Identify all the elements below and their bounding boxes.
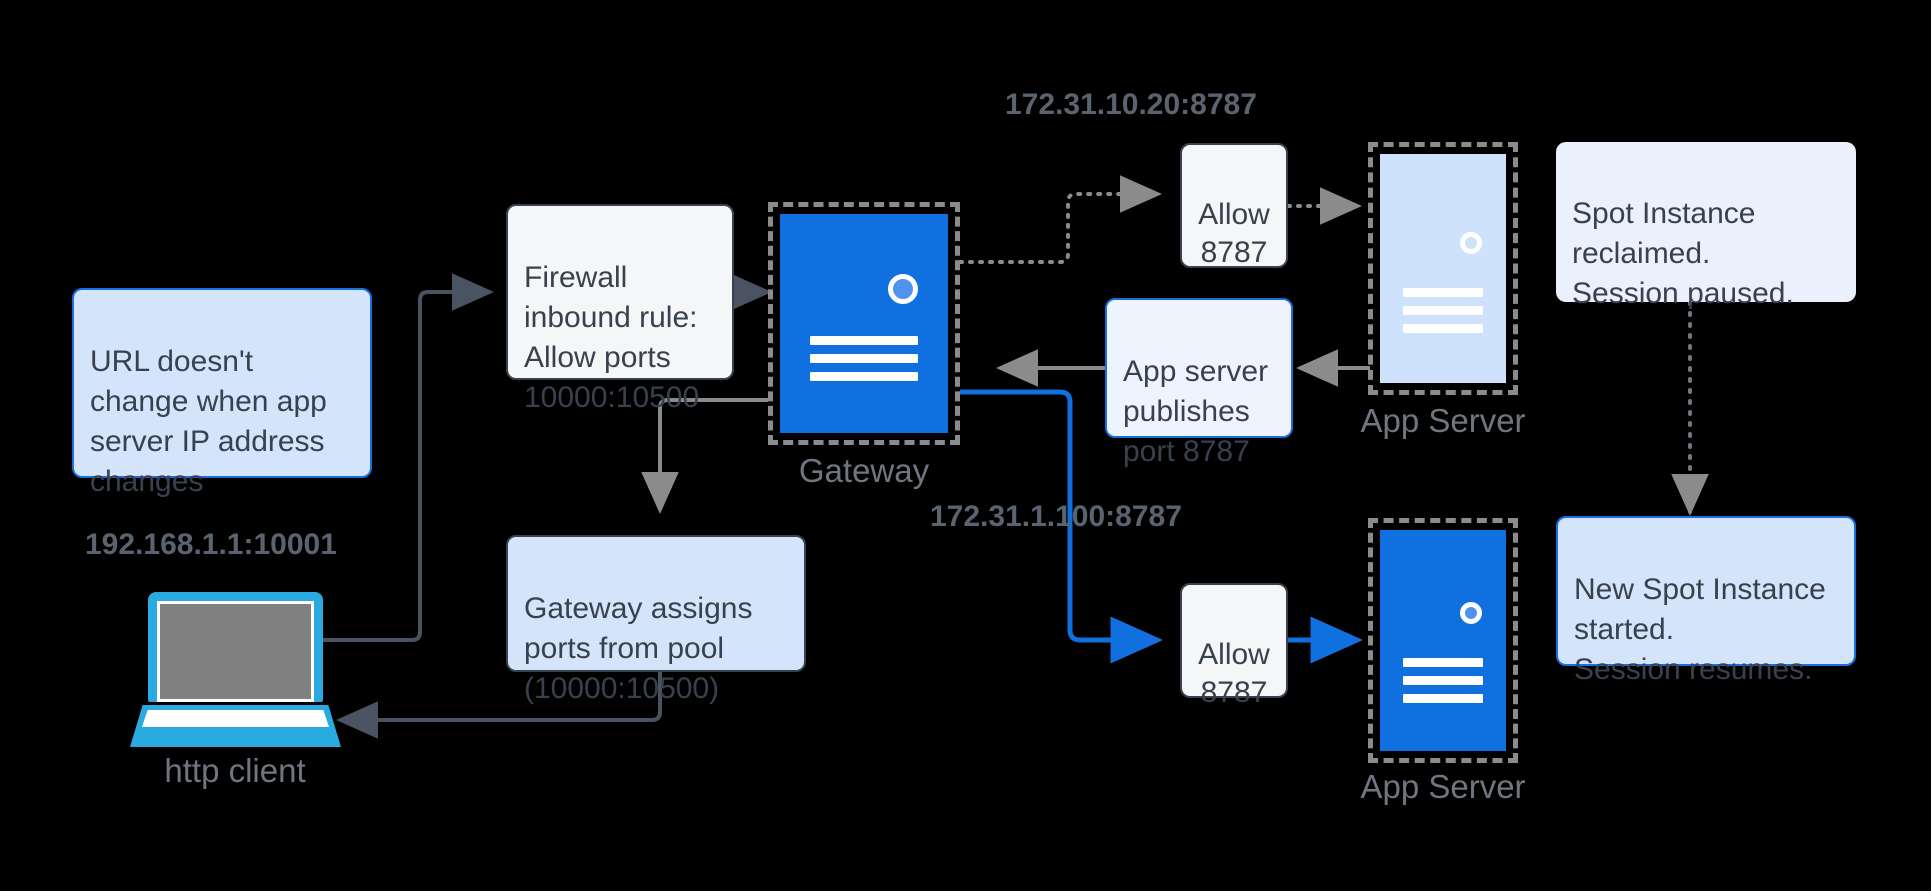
- laptop-keyboard: [142, 710, 329, 727]
- node-http-client: [130, 592, 341, 752]
- appserver-bottom-chassis: [1380, 530, 1506, 751]
- label-appserver-bottom-endpoint: 172.31.1.100:8787: [930, 500, 1182, 533]
- gateway-rack-bars: [810, 336, 918, 390]
- gateway-chassis: [780, 214, 948, 433]
- gateway-label: Gateway: [798, 452, 930, 489]
- appserver-top-power-icon: [1460, 232, 1482, 254]
- note-spot-reclaimed-text: Spot Instance reclaimed. Session paused.: [1572, 197, 1794, 310]
- note-firewall-rule-text: Firewall inbound rule: Allow ports 10000…: [524, 261, 700, 414]
- note-app-publishes-text: App server publishes port 8787: [1123, 355, 1269, 468]
- node-appserver-bottom: [1368, 518, 1518, 763]
- diagram-canvas: URL doesn't change when app server IP ad…: [0, 0, 1931, 891]
- wire-gateway-to-allow-top: [958, 175, 1162, 264]
- appserver-bottom-label: App Server: [1360, 768, 1526, 805]
- allow-port-box-bottom: Allow 8787: [1180, 583, 1288, 709]
- note-spot-reclaimed: Spot Instance reclaimed. Session paused.: [1556, 142, 1856, 310]
- note-spot-started-text: New Spot Instance started. Session resum…: [1574, 573, 1826, 686]
- note-spot-started: New Spot Instance started. Session resum…: [1556, 516, 1856, 686]
- appserver-top-label: App Server: [1360, 402, 1526, 439]
- laptop-screen: [157, 601, 314, 702]
- laptop-lid: [148, 592, 323, 702]
- appserver-bottom-rack-bars: [1402, 658, 1484, 712]
- note-app-publishes: App server publishes port 8787: [1105, 298, 1293, 468]
- note-firewall-rule: Firewall inbound rule: Allow ports 10000…: [506, 204, 734, 414]
- http-client-label: http client: [164, 752, 306, 789]
- allow-port-box-bottom-text: Allow 8787: [1198, 638, 1270, 709]
- node-appserver-top: [1368, 142, 1518, 395]
- appserver-bottom-power-icon: [1460, 602, 1482, 624]
- gateway-power-icon: [888, 274, 918, 304]
- allow-port-box-top: Allow 8787: [1180, 143, 1288, 269]
- node-gateway: [768, 202, 960, 445]
- laptop-base: [130, 705, 341, 747]
- note-gateway-pool: Gateway assigns ports from pool (10000:1…: [506, 535, 806, 705]
- label-client-endpoint: 192.168.1.1:10001: [85, 528, 337, 561]
- appserver-top-rack-bars: [1402, 288, 1484, 342]
- allow-port-box-top-text: Allow 8787: [1198, 198, 1270, 269]
- note-gateway-pool-text: Gateway assigns ports from pool (10000:1…: [524, 592, 753, 705]
- label-appserver-top-endpoint: 172.31.10.20:8787: [1005, 88, 1257, 121]
- note-url-stability-text: URL doesn't change when app server IP ad…: [90, 345, 327, 498]
- appserver-top-chassis: [1380, 154, 1506, 383]
- note-url-stability: URL doesn't change when app server IP ad…: [72, 288, 372, 498]
